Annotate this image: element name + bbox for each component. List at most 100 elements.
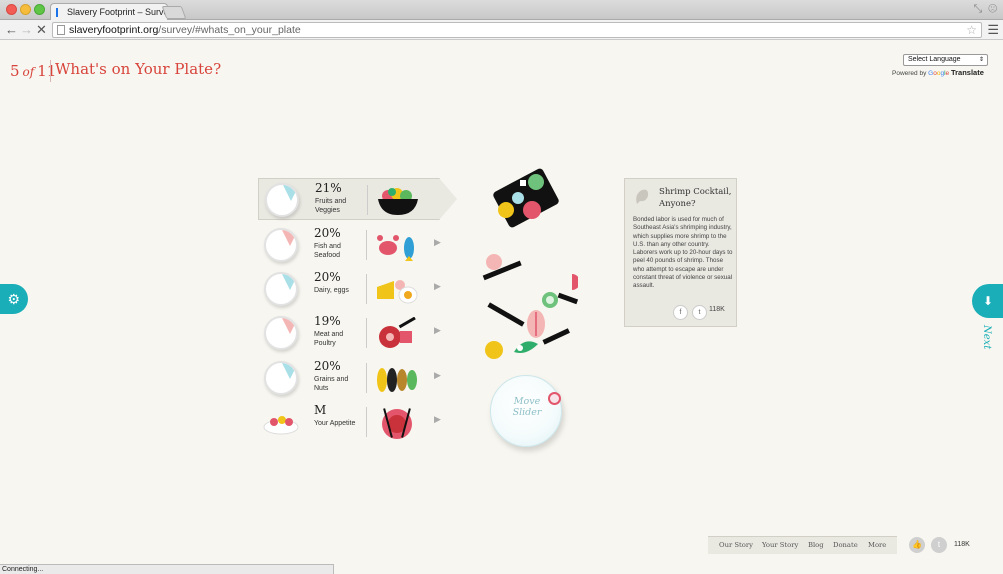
chevron-right-icon: ▶ <box>434 414 441 424</box>
footer-link-your-story[interactable]: Your Story <box>762 541 798 549</box>
category-label: Fruits and Veggies <box>315 198 347 214</box>
fact-body: Bonded labor is used for much of Southea… <box>633 216 733 290</box>
divider <box>366 274 367 304</box>
fact-title: Shrimp Cocktail, Anyone? <box>659 187 732 209</box>
category-percent: 19% <box>314 314 341 328</box>
url-host: slaveryfootprint.org <box>69 24 159 36</box>
chevron-right-icon: ▶ <box>434 370 441 380</box>
status-bar: Connecting... <box>0 564 334 574</box>
cheese-egg-icon <box>377 280 418 304</box>
maximize-window-button[interactable] <box>34 4 45 15</box>
page-icon <box>57 25 65 35</box>
chevron-right-icon: ▶ <box>434 281 441 291</box>
share-count: 118K <box>954 541 970 548</box>
person-icon[interactable]: ⤡ ☹ <box>973 3 997 16</box>
next-button[interactable]: ⬇ <box>972 284 1003 318</box>
powered-by-text: Powered by <box>892 70 927 77</box>
favicon-icon <box>56 8 64 17</box>
language-select[interactable]: Select Language ⇕ <box>903 54 988 66</box>
next-label[interactable]: Next <box>981 325 992 349</box>
category-label: Fish and Seafood <box>314 243 341 259</box>
divider <box>366 407 367 437</box>
meat-knife-icon <box>379 317 416 348</box>
minimize-window-button[interactable] <box>20 4 31 15</box>
chevron-right-icon: ▶ <box>434 237 441 247</box>
url-path: /survey/#whats_on_your_plate <box>158 24 301 36</box>
tab-title: Slavery Footprint – Survey <box>67 7 168 17</box>
divider <box>366 230 367 260</box>
footer-nav: Our Story Your Story Blog Donate More <box>708 536 897 554</box>
step-of: of <box>22 65 35 79</box>
settings-tab[interactable]: ⚙ <box>0 284 28 314</box>
category-percent: 20% <box>314 226 341 240</box>
plate-wedge <box>281 318 296 334</box>
facebook-icon[interactable]: f <box>673 305 688 320</box>
plate-chart-icon <box>264 228 298 262</box>
food-piece-illustration <box>482 254 522 281</box>
translate-text: Translate <box>950 68 984 77</box>
new-tab-button[interactable] <box>161 6 187 19</box>
salad-bowl-icon <box>378 188 418 215</box>
like-icon[interactable]: 👍 <box>909 537 925 553</box>
slider-handle[interactable] <box>548 392 561 405</box>
shrimp-icon <box>636 189 649 204</box>
arrow-down-icon: ⬇ <box>983 294 994 308</box>
category-dairy-eggs[interactable]: 20% Dairy, eggs ▶ <box>258 268 441 310</box>
divider <box>366 318 367 348</box>
language-select-label: Select Language <box>908 56 961 63</box>
plate-wedge <box>281 274 296 290</box>
divider <box>366 363 367 393</box>
divider <box>50 60 51 82</box>
select-arrows-icon: ⇕ <box>978 57 984 63</box>
twitter-icon[interactable]: t <box>931 537 947 553</box>
move-slider-plate[interactable]: Move Slider <box>490 375 562 447</box>
plate-chart-icon <box>265 183 299 217</box>
stop-icon[interactable]: ✕ <box>36 22 47 38</box>
category-label: Grains and Nuts <box>314 376 349 392</box>
chevron-right-icon: ▶ <box>434 325 441 335</box>
browser-tab[interactable]: Slavery Footprint – Survey <box>50 3 168 21</box>
category-percent: M <box>314 403 327 417</box>
back-icon[interactable]: ← <box>5 22 18 38</box>
page-title: What's on Your Plate? <box>55 60 222 78</box>
fact-share-count: 118K <box>709 306 725 313</box>
plate-wedge <box>281 230 296 246</box>
plate-chart-icon <box>264 316 298 350</box>
browser-tab-bar: Slavery Footprint – Survey ⤡ ☹ <box>0 0 1003 21</box>
full-plate-icon <box>263 416 299 435</box>
category-fruits-veggies[interactable]: 21% Fruits and Veggies <box>258 178 457 220</box>
grain-nut-icon <box>377 368 417 392</box>
address-bar[interactable]: slaveryfootprint.org/survey/#whats_on_yo… <box>52 22 982 38</box>
footer-link-donate[interactable]: Donate <box>833 541 858 549</box>
food-piece-illustration <box>485 310 570 359</box>
plate-chart-icon <box>264 361 298 395</box>
footer-link-more[interactable]: More <box>868 541 886 549</box>
category-percent: 21% <box>315 181 342 195</box>
plate-wedge <box>281 363 296 379</box>
category-label: Your Appetite <box>314 420 356 427</box>
gear-icon: ⚙ <box>7 291 20 307</box>
twitter-icon[interactable]: t <box>692 305 707 320</box>
category-label: Meat and Poultry <box>314 331 344 347</box>
close-window-button[interactable] <box>6 4 17 15</box>
category-fish-seafood[interactable]: 20% Fish and Seafood ▶ <box>258 224 441 266</box>
fact-card: Shrimp Cocktail, Anyone? Bonded labor is… <box>624 178 737 327</box>
category-your-appetite[interactable]: M Your Appetite ▶ <box>258 401 441 443</box>
step-current: 5 <box>10 62 20 80</box>
step-total: 11 <box>37 62 57 80</box>
menu-icon[interactable]: ☰ <box>987 22 999 38</box>
divider <box>367 185 368 215</box>
category-percent: 20% <box>314 270 341 284</box>
powered-by-google-translate[interactable]: Powered by Google Translate <box>892 68 984 77</box>
bookmark-star-icon[interactable]: ☆ <box>966 23 977 37</box>
category-grains-nuts[interactable]: 20% Grains and Nuts ▶ <box>258 357 441 399</box>
footer-link-our-story[interactable]: Our Story <box>719 541 753 549</box>
plate-wedge <box>281 185 297 201</box>
category-percent: 20% <box>314 359 341 373</box>
slider-label: Move Slider <box>512 396 542 418</box>
category-meat-poultry[interactable]: 19% Meat and Poultry ▶ <box>258 312 441 354</box>
footer-link-blog[interactable]: Blog <box>808 541 824 549</box>
crab-fish-icon <box>377 235 414 261</box>
forward-icon[interactable]: → <box>20 22 33 38</box>
plate-cutlery-icon <box>382 408 412 439</box>
